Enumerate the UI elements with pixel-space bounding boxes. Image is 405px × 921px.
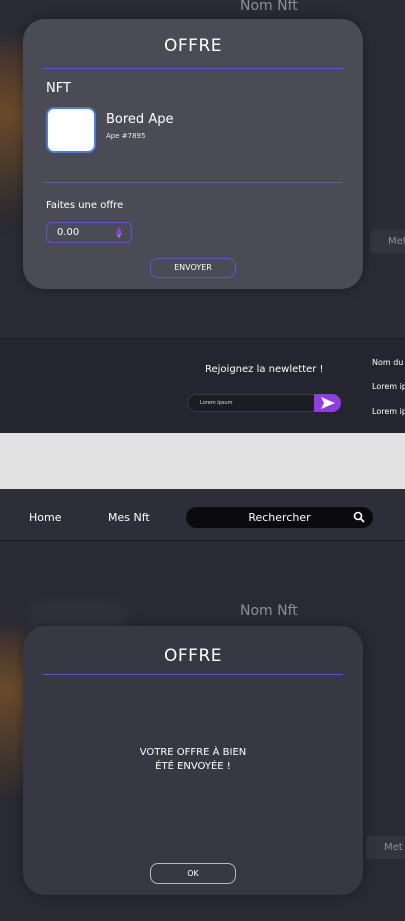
nft-name: Bored Ape	[106, 112, 174, 127]
confirmation-message: VOTRE OFFRE À BIEN ÉTÉ ENVOYÉE !	[23, 746, 363, 774]
offer-modal: OFFRE NFT Bored Ape Ape #7895 Faites une…	[23, 19, 363, 289]
ok-button[interactable]: OK	[150, 863, 236, 884]
footer-link[interactable]: Lorem ip	[372, 407, 405, 416]
ethereum-icon	[116, 227, 122, 238]
footer-link[interactable]: Lorem ip	[372, 382, 405, 391]
offer-amount-value: 0.00	[57, 227, 80, 238]
title-divider	[43, 674, 343, 675]
background-side-button: Met	[366, 836, 405, 859]
nft-thumbnail	[46, 107, 96, 153]
confirmation-modal: OFFRE VOTRE OFFRE À BIEN ÉTÉ ENVOYÉE ! O…	[23, 626, 363, 895]
search-bar[interactable]: Rechercher	[186, 507, 373, 528]
title-divider	[43, 68, 343, 69]
offer-screen: Nom Nft Met OFFRE NFT Bored Ape Ape #789…	[0, 0, 405, 338]
navbar: Home Mes Nft Rechercher	[0, 489, 405, 541]
modal-title: OFFRE	[164, 646, 222, 666]
section-divider	[43, 182, 343, 183]
nav-home[interactable]: Home	[29, 511, 61, 524]
newsletter-email-input[interactable]: Lorem ipsum	[187, 394, 315, 412]
offer-label: Faites une offre	[46, 200, 124, 211]
send-offer-button[interactable]: ENVOYER	[150, 258, 236, 278]
background-card-title: Nom Nft	[240, 0, 298, 14]
confirmation-screen: Home Mes Nft Rechercher Nom Nft Met OFFR…	[0, 489, 405, 921]
nft-section-label: NFT	[46, 81, 71, 96]
newsletter-send-button[interactable]	[314, 394, 341, 412]
search-label: Rechercher	[248, 511, 311, 524]
newsletter-title: Rejoignez la newletter !	[205, 364, 324, 375]
background-card-title: Nom Nft	[240, 603, 298, 619]
search-icon[interactable]	[353, 511, 365, 523]
confirmation-message-line: VOTRE OFFRE À BIEN	[139, 747, 247, 758]
footer-link[interactable]: Nom du	[372, 358, 403, 367]
offer-amount-input[interactable]: 0.00	[46, 222, 132, 243]
nav-my-nft[interactable]: Mes Nft	[108, 511, 150, 524]
send-arrow-icon	[321, 397, 335, 409]
footer: Rejoignez la newletter ! Lorem ipsum Nom…	[0, 338, 405, 433]
confirmation-message-line: ÉTÉ ENVOYÉE !	[155, 761, 231, 772]
background-side-button: Met	[370, 230, 405, 253]
nft-id: Ape #7895	[106, 132, 146, 140]
screen-separator	[0, 433, 405, 489]
modal-title: OFFRE	[164, 36, 222, 56]
